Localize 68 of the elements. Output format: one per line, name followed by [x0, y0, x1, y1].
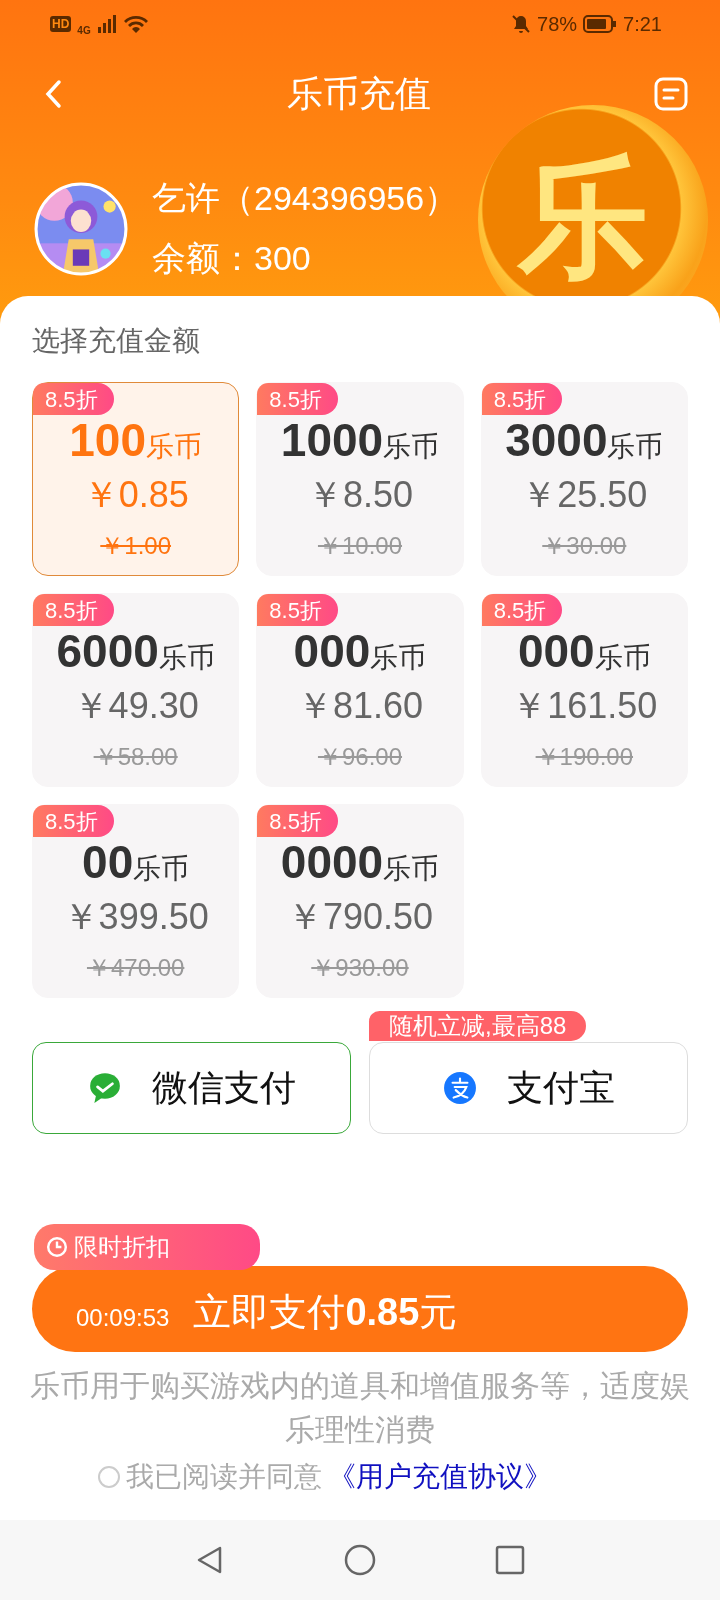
package-price: ￥161.50 [511, 684, 658, 728]
coin-amount: 1000乐币 [280, 415, 440, 468]
original-price: ￥190.00 [535, 742, 633, 772]
wifi-icon [122, 14, 149, 34]
coin-amount: 3000乐币 [505, 415, 664, 468]
clock-time: 7:21 [623, 12, 662, 36]
home-nav-icon[interactable] [344, 1544, 376, 1576]
battery-percent: 78% [537, 12, 578, 36]
discount-tag: 8.5折 [33, 594, 114, 626]
discount-tag: 8.5折 [257, 383, 338, 415]
package-card[interactable]: 8.5折 0000乐币 ￥790.50 ￥930.00 [256, 804, 464, 998]
alipay-icon [442, 1071, 477, 1105]
chat-bubble-icon [87, 1071, 122, 1105]
package-card[interactable]: 8.5折 6000乐币 ￥49.30 ￥58.00 [32, 593, 240, 787]
recents-nav-icon[interactable] [494, 1544, 526, 1576]
package-price: ￥790.50 [286, 895, 434, 939]
package-price: ￥399.50 [62, 895, 209, 939]
package-price: ￥25.50 [521, 473, 648, 517]
discount-tag: 8.5折 [257, 805, 338, 837]
hd-indicator: HD [50, 16, 72, 32]
tooltip-text: 限时折扣 [74, 1232, 170, 1262]
package-price: ￥0.85 [82, 473, 189, 517]
user-name: 乞许（294396956） [152, 178, 459, 219]
package-card[interactable]: 8.5折 1000乐币 ￥8.50 ￥10.00 [256, 382, 464, 576]
page-title: 乐币充值 [287, 71, 431, 116]
original-price: ￥930.00 [311, 953, 409, 983]
original-price: ￥96.00 [317, 742, 402, 772]
coin-amount: 000乐币 [517, 626, 651, 679]
package-price: ￥81.60 [296, 684, 424, 728]
package-price: ￥49.30 [72, 684, 199, 728]
original-price: ￥10.00 [317, 531, 402, 561]
disclaimer-text: 乐币用于购买游戏内的道具和增值服务等，适度娱乐理性消费 [29, 1368, 691, 1448]
discount-tag: 8.5折 [33, 383, 114, 415]
original-price: ￥30.00 [542, 531, 627, 561]
payment-option[interactable]: 微信支付 [32, 1042, 351, 1134]
package-card[interactable]: 8.5折 3000乐币 ￥25.50 ￥30.00 [480, 382, 688, 576]
agreement-text: 我已阅读并同意 [126, 1460, 322, 1494]
coin-amount: 0000乐币 [280, 837, 440, 890]
discount-tag: 8.5折 [481, 383, 563, 415]
original-price: ￥58.00 [93, 742, 178, 772]
list-icon[interactable] [654, 77, 688, 111]
network-type: 4G [77, 24, 91, 36]
discount-tag: 8.5折 [33, 805, 114, 837]
countdown-timer: 00:09:53 [76, 1304, 170, 1332]
agreement-radio[interactable] [98, 1466, 120, 1488]
package-card[interactable]: 8.5折 000乐币 ￥81.60 ￥96.00 [256, 593, 464, 787]
package-card[interactable]: 8.5折 000乐币 ￥161.50 ￥190.00 [480, 593, 688, 787]
bell-muted-icon [511, 14, 532, 34]
original-price: ￥1.00 [100, 531, 171, 561]
back-icon[interactable] [44, 79, 64, 109]
battery-icon [583, 15, 618, 33]
agreement-link[interactable]: 《用户充值协议》 [328, 1458, 552, 1496]
package-card[interactable]: 8.5折 00乐币 ￥399.50 ￥470.00 [32, 804, 240, 998]
promo-tag: 随机立减,最高88 [369, 1011, 587, 1041]
balance-text: 余额：300 [152, 238, 312, 279]
package-price: ￥8.50 [306, 473, 414, 517]
coin-amount: 000乐币 [293, 626, 427, 679]
payment-option[interactable]: 支付宝 [369, 1042, 688, 1134]
coin-amount: 100乐币 [69, 415, 203, 468]
clock-icon [46, 1236, 68, 1258]
coin-amount: 6000乐币 [56, 626, 215, 679]
pay-label: 立即支付0.85元 [193, 1290, 458, 1335]
original-price: ￥470.00 [86, 953, 185, 983]
discount-tag: 8.5折 [257, 594, 338, 626]
coin-amount: 00乐币 [82, 837, 190, 890]
signal-icon [96, 15, 117, 33]
section-title: 选择充值金额 [32, 324, 201, 358]
discount-tag: 8.5折 [481, 594, 563, 626]
